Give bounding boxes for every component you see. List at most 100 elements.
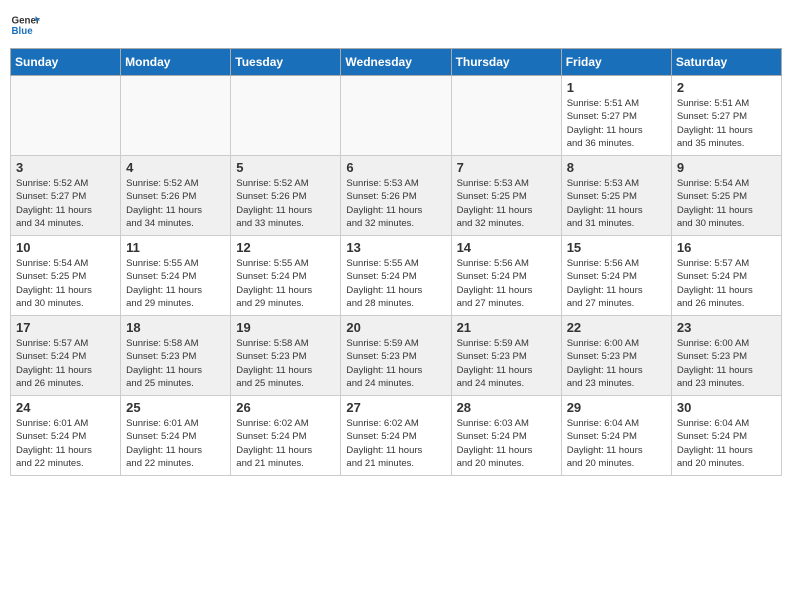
day-info: Sunrise: 5:54 AMSunset: 5:25 PMDaylight:… (16, 257, 115, 310)
day-number: 4 (126, 160, 225, 175)
day-number: 17 (16, 320, 115, 335)
calendar-cell: 7 Sunrise: 5:53 AMSunset: 5:25 PMDaylight… (451, 156, 561, 236)
day-info: Sunrise: 5:52 AMSunset: 5:26 PMDaylight:… (126, 177, 225, 230)
day-info: Sunrise: 6:00 AMSunset: 5:23 PMDaylight:… (567, 337, 666, 390)
calendar-cell: 14Sunrise: 5:56 AMSunset: 5:24 PMDayligh… (451, 236, 561, 316)
day-number: 29 (567, 400, 666, 415)
calendar-cell: 10 Sunrise: 5:54 AMSunset: 5:25 PMDayligh… (11, 236, 121, 316)
calendar-cell (451, 76, 561, 156)
day-info: Sunrise: 5:53 AMSunset: 5:25 PMDaylight:… (457, 177, 556, 230)
calendar-cell: 30 Sunrise: 6:04 AMSunset: 5:24 PMDayligh… (671, 396, 781, 476)
calendar-cell (341, 76, 451, 156)
col-header-saturday: Saturday (671, 49, 781, 76)
day-info: Sunrise: 6:04 AMSunset: 5:24 PMDaylight:… (677, 417, 776, 470)
calendar-cell: 2 Sunrise: 5:51 AMSunset: 5:27 PMDaylight… (671, 76, 781, 156)
calendar-cell: 21 Sunrise: 5:59 AMSunset: 5:23 PMDayligh… (451, 316, 561, 396)
day-number: 12 (236, 240, 335, 255)
col-header-sunday: Sunday (11, 49, 121, 76)
col-header-wednesday: Wednesday (341, 49, 451, 76)
svg-text:Blue: Blue (12, 26, 34, 37)
day-number: 11 (126, 240, 225, 255)
calendar-cell (11, 76, 121, 156)
calendar-cell: 26 Sunrise: 6:02 AMSunset: 5:24 PMDayligh… (231, 396, 341, 476)
calendar-cell: 24 Sunrise: 6:01 AMSunset: 5:24 PMDayligh… (11, 396, 121, 476)
day-info: Sunrise: 6:02 AMSunset: 5:24 PMDaylight:… (236, 417, 335, 470)
week-row-3: 10 Sunrise: 5:54 AMSunset: 5:25 PMDayligh… (11, 236, 782, 316)
calendar-cell: 20Sunrise: 5:59 AMSunset: 5:23 PMDayligh… (341, 316, 451, 396)
week-row-2: 3Sunrise: 5:52 AMSunset: 5:27 PMDaylight… (11, 156, 782, 236)
calendar-cell (231, 76, 341, 156)
day-number: 22 (567, 320, 666, 335)
calendar-cell: 17 Sunrise: 5:57 AMSunset: 5:24 PMDayligh… (11, 316, 121, 396)
day-number: 20 (346, 320, 445, 335)
day-info: Sunrise: 5:56 AMSunset: 5:24 PMDaylight:… (567, 257, 666, 310)
day-number: 1 (567, 80, 666, 95)
header-row: SundayMondayTuesdayWednesdayThursdayFrid… (11, 49, 782, 76)
week-row-5: 24 Sunrise: 6:01 AMSunset: 5:24 PMDayligh… (11, 396, 782, 476)
day-info: Sunrise: 5:55 AMSunset: 5:24 PMDaylight:… (236, 257, 335, 310)
day-number: 19 (236, 320, 335, 335)
calendar-cell: 8 Sunrise: 5:53 AMSunset: 5:25 PMDaylight… (561, 156, 671, 236)
day-number: 8 (567, 160, 666, 175)
calendar-cell: 13 Sunrise: 5:55 AMSunset: 5:24 PMDayligh… (341, 236, 451, 316)
day-info: Sunrise: 6:02 AMSunset: 5:24 PMDaylight:… (346, 417, 445, 470)
day-number: 23 (677, 320, 776, 335)
calendar-cell: 19 Sunrise: 5:58 AMSunset: 5:23 PMDayligh… (231, 316, 341, 396)
col-header-thursday: Thursday (451, 49, 561, 76)
day-number: 3 (16, 160, 115, 175)
week-row-1: 1 Sunrise: 5:51 AMSunset: 5:27 PMDaylight… (11, 76, 782, 156)
calendar-cell: 5 Sunrise: 5:52 AMSunset: 5:26 PMDaylight… (231, 156, 341, 236)
day-number: 7 (457, 160, 556, 175)
calendar-cell: 12 Sunrise: 5:55 AMSunset: 5:24 PMDayligh… (231, 236, 341, 316)
day-info: Sunrise: 6:04 AMSunset: 5:24 PMDaylight:… (567, 417, 666, 470)
calendar-cell: 27 Sunrise: 6:02 AMSunset: 5:24 PMDayligh… (341, 396, 451, 476)
day-number: 6 (346, 160, 445, 175)
day-info: Sunrise: 5:52 AMSunset: 5:26 PMDaylight:… (236, 177, 335, 230)
day-info: Sunrise: 6:03 AMSunset: 5:24 PMDaylight:… (457, 417, 556, 470)
day-number: 21 (457, 320, 556, 335)
day-number: 9 (677, 160, 776, 175)
col-header-friday: Friday (561, 49, 671, 76)
day-info: Sunrise: 5:54 AMSunset: 5:25 PMDaylight:… (677, 177, 776, 230)
day-info: Sunrise: 5:59 AMSunset: 5:23 PMDaylight:… (457, 337, 556, 390)
logo-icon: General Blue (10, 10, 40, 40)
day-number: 26 (236, 400, 335, 415)
week-row-4: 17 Sunrise: 5:57 AMSunset: 5:24 PMDayligh… (11, 316, 782, 396)
calendar-table: SundayMondayTuesdayWednesdayThursdayFrid… (10, 48, 782, 476)
day-number: 2 (677, 80, 776, 95)
day-info: Sunrise: 5:51 AMSunset: 5:27 PMDaylight:… (677, 97, 776, 150)
day-info: Sunrise: 6:01 AMSunset: 5:24 PMDaylight:… (126, 417, 225, 470)
col-header-tuesday: Tuesday (231, 49, 341, 76)
calendar-cell (121, 76, 231, 156)
page-header: General Blue (10, 10, 782, 40)
day-info: Sunrise: 5:58 AMSunset: 5:23 PMDaylight:… (126, 337, 225, 390)
calendar-cell: 29 Sunrise: 6:04 AMSunset: 5:24 PMDayligh… (561, 396, 671, 476)
day-number: 18 (126, 320, 225, 335)
day-info: Sunrise: 5:58 AMSunset: 5:23 PMDaylight:… (236, 337, 335, 390)
day-number: 15 (567, 240, 666, 255)
day-number: 5 (236, 160, 335, 175)
day-number: 27 (346, 400, 445, 415)
day-number: 10 (16, 240, 115, 255)
day-number: 28 (457, 400, 556, 415)
calendar-cell: 1 Sunrise: 5:51 AMSunset: 5:27 PMDaylight… (561, 76, 671, 156)
day-info: Sunrise: 5:55 AMSunset: 5:24 PMDaylight:… (346, 257, 445, 310)
day-number: 24 (16, 400, 115, 415)
day-info: Sunrise: 5:53 AMSunset: 5:25 PMDaylight:… (567, 177, 666, 230)
day-info: Sunrise: 5:51 AMSunset: 5:27 PMDaylight:… (567, 97, 666, 150)
day-info: Sunrise: 5:57 AMSunset: 5:24 PMDaylight:… (677, 257, 776, 310)
calendar-cell: 28 Sunrise: 6:03 AMSunset: 5:24 PMDayligh… (451, 396, 561, 476)
day-info: Sunrise: 5:57 AMSunset: 5:24 PMDaylight:… (16, 337, 115, 390)
calendar-cell: 25Sunrise: 6:01 AMSunset: 5:24 PMDayligh… (121, 396, 231, 476)
calendar-cell: 6 Sunrise: 5:53 AMSunset: 5:26 PMDaylight… (341, 156, 451, 236)
logo: General Blue (10, 10, 40, 40)
calendar-cell: 22 Sunrise: 6:00 AMSunset: 5:23 PMDayligh… (561, 316, 671, 396)
day-info: Sunrise: 6:01 AMSunset: 5:24 PMDaylight:… (16, 417, 115, 470)
calendar-cell: 4 Sunrise: 5:52 AMSunset: 5:26 PMDaylight… (121, 156, 231, 236)
day-info: Sunrise: 5:53 AMSunset: 5:26 PMDaylight:… (346, 177, 445, 230)
day-number: 30 (677, 400, 776, 415)
calendar-cell: 15 Sunrise: 5:56 AMSunset: 5:24 PMDayligh… (561, 236, 671, 316)
calendar-cell: 11Sunrise: 5:55 AMSunset: 5:24 PMDayligh… (121, 236, 231, 316)
day-number: 13 (346, 240, 445, 255)
day-info: Sunrise: 5:56 AMSunset: 5:24 PMDaylight:… (457, 257, 556, 310)
